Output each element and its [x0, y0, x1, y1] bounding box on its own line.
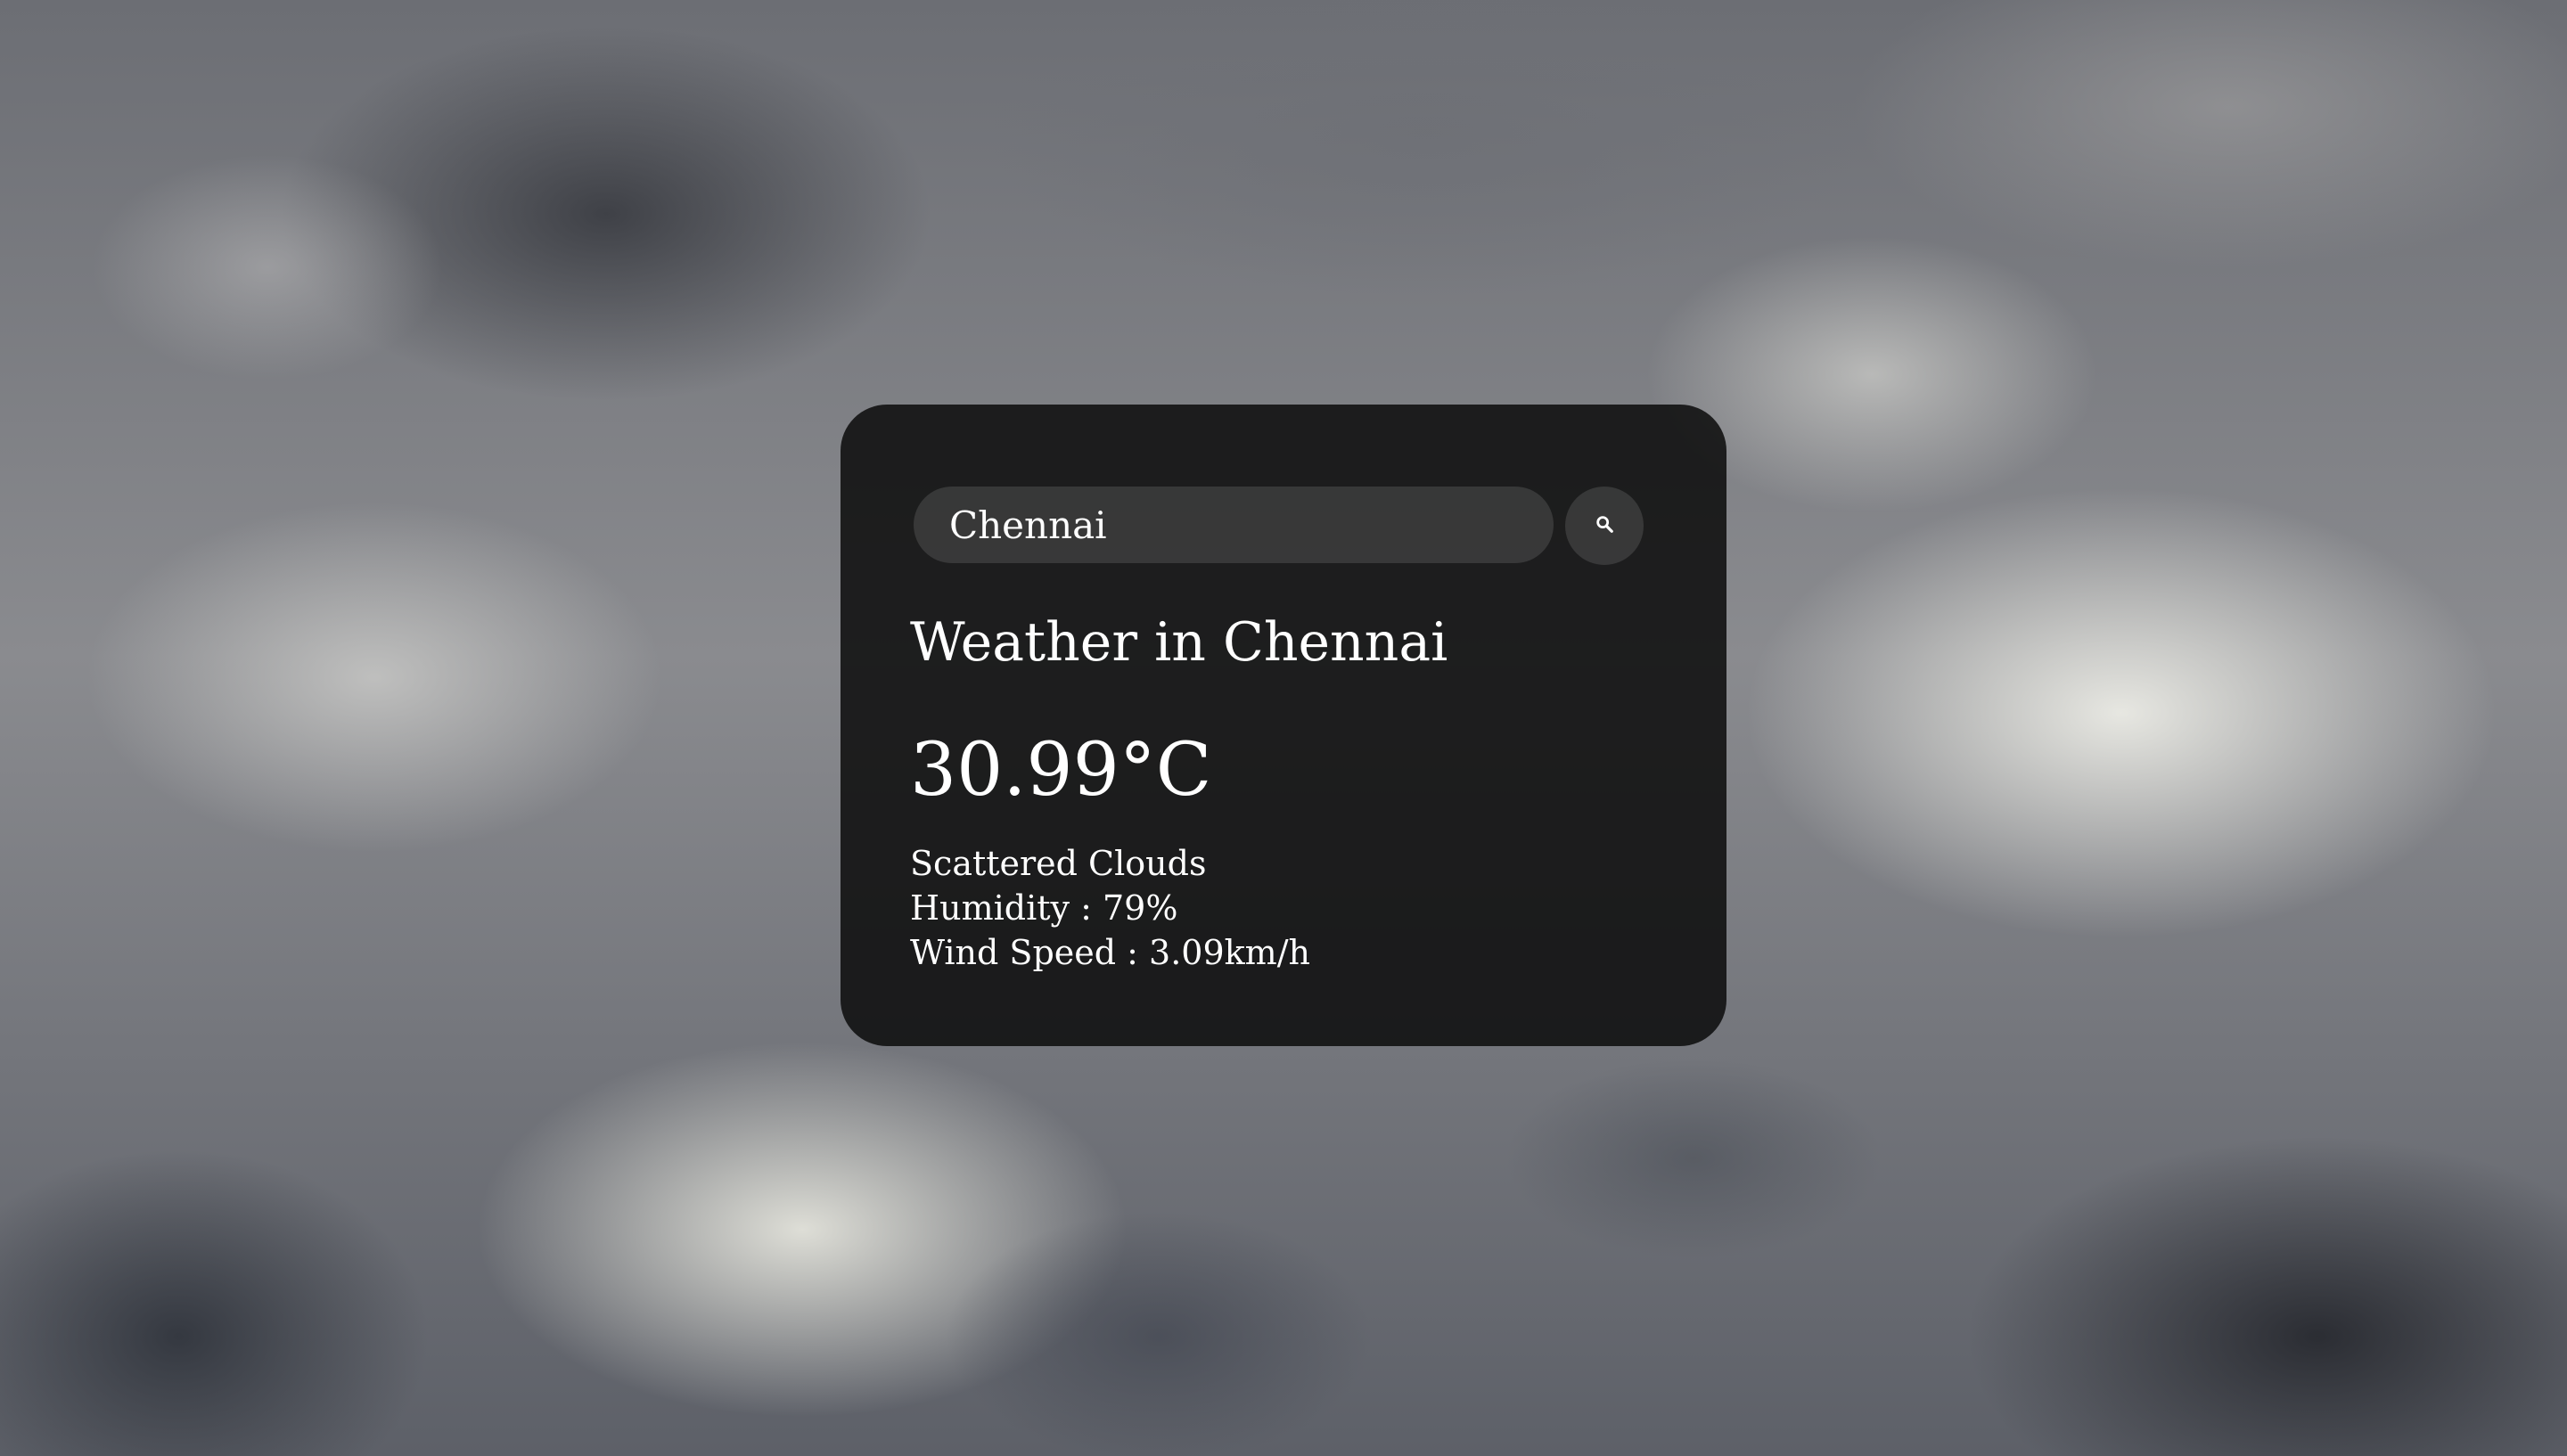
wind-speed-value: Wind Speed : 3.09km/h [910, 933, 1310, 972]
weather-card: Weather in Chennai 30.99°C Scattered Clo… [841, 405, 1726, 1046]
weather-description: Scattered Clouds [910, 844, 1207, 883]
city-search-input[interactable] [914, 487, 1554, 563]
temperature-value: 30.99°C [910, 728, 1212, 813]
weather-details: Scattered Clouds Humidity : 79% Wind Spe… [910, 841, 1310, 975]
search-bar [914, 487, 1644, 565]
humidity-value: Humidity : 79% [910, 888, 1178, 928]
search-button[interactable] [1565, 487, 1644, 565]
weather-city-title: Weather in Chennai [910, 611, 1448, 674]
search-icon [1595, 514, 1614, 537]
